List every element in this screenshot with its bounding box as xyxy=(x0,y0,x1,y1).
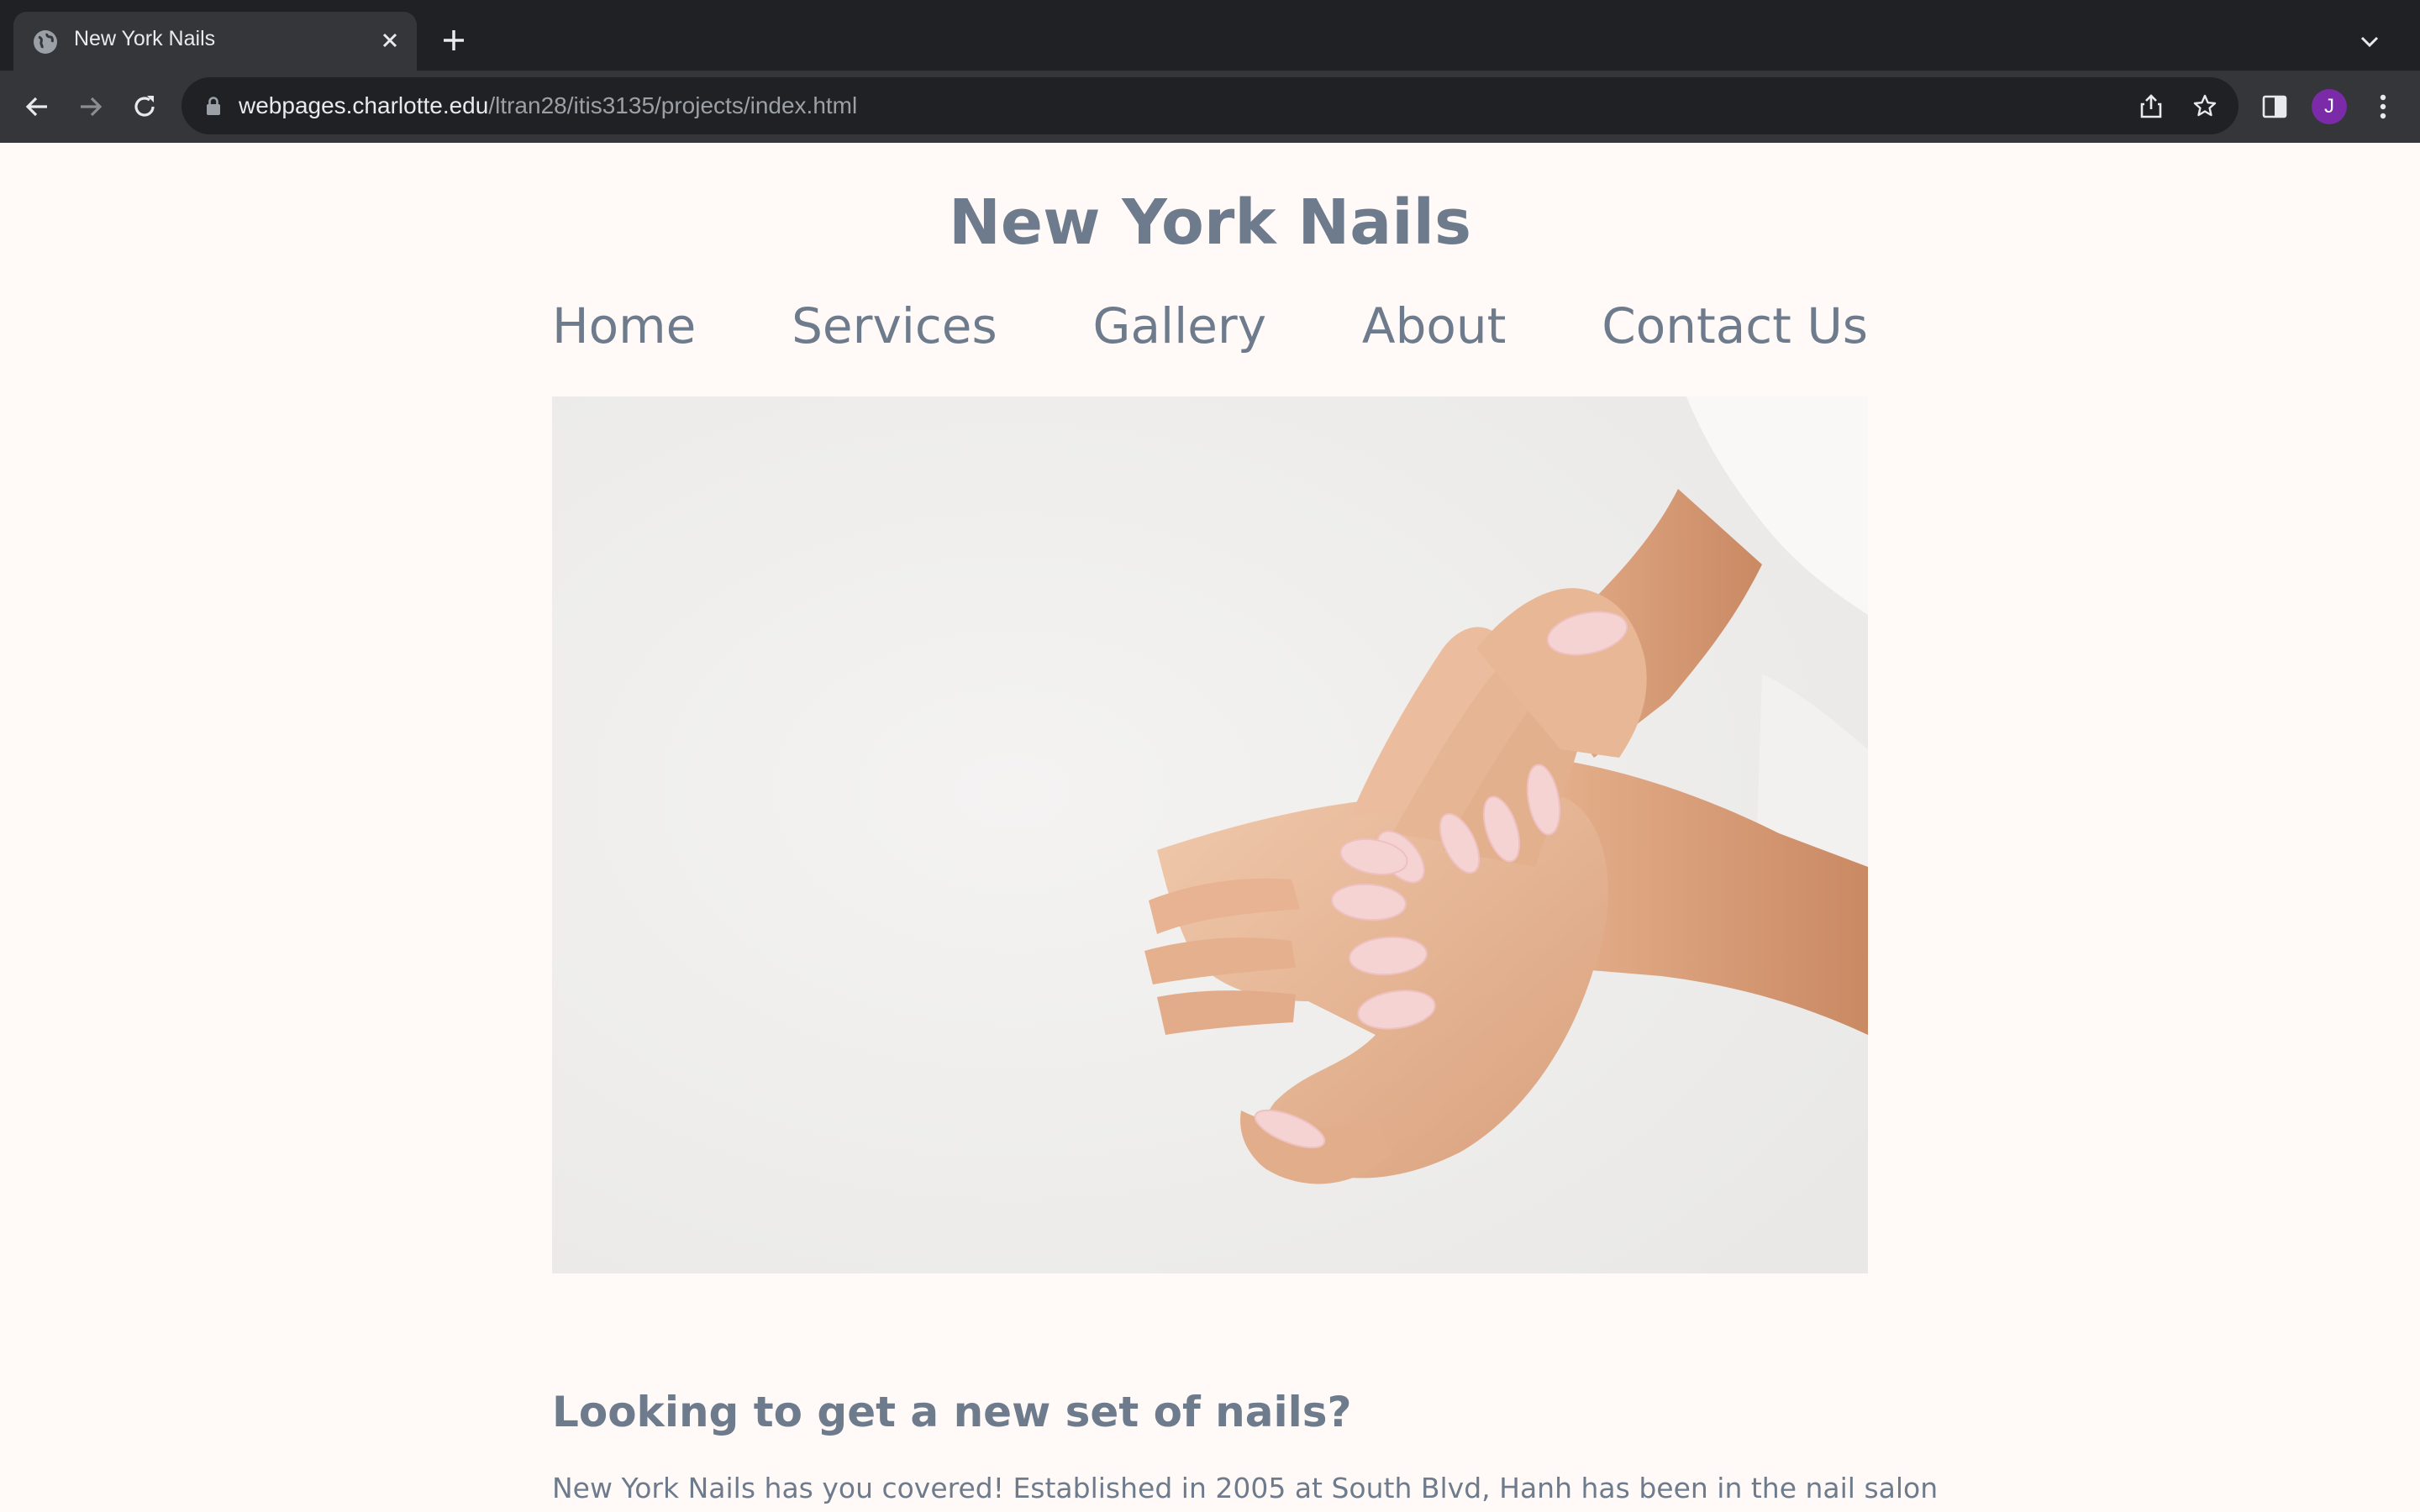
nav-home-link[interactable]: Home xyxy=(552,297,696,354)
site-title: New York Nails xyxy=(949,186,1471,259)
nav-services-link[interactable]: Services xyxy=(792,297,997,354)
globe-icon xyxy=(34,30,57,54)
side-panel-icon[interactable] xyxy=(2256,88,2293,125)
profile-avatar[interactable]: J xyxy=(2312,89,2347,124)
main-nav: Home Services Gallery About Contact Us xyxy=(552,292,1868,360)
lock-icon xyxy=(203,96,224,116)
nav-about-link[interactable]: About xyxy=(1362,297,1506,354)
hero-image xyxy=(552,396,1868,1273)
reload-icon[interactable] xyxy=(126,88,163,125)
url-path: /ltran28/itis3135/projects/index.html xyxy=(488,92,858,118)
more-menu-icon[interactable] xyxy=(2365,88,2402,125)
browser-toolbar: webpages.charlotte.edu/ltran28/itis3135/… xyxy=(0,71,2420,143)
close-tab-icon[interactable] xyxy=(375,25,405,55)
nav-contact-link[interactable]: Contact Us xyxy=(1602,297,1868,354)
chevron-down-icon[interactable] xyxy=(2353,25,2386,59)
page-content: New York Nails Home Services Gallery Abo… xyxy=(0,143,2420,1512)
forward-arrow-icon[interactable] xyxy=(72,88,109,125)
section-heading: Looking to get a new set of nails? xyxy=(552,1388,1352,1436)
browser-tabstrip: New York Nails xyxy=(0,0,2420,71)
url-host: webpages.charlotte.edu xyxy=(239,92,489,118)
url-text: webpages.charlotte.edu/ltran28/itis3135/… xyxy=(239,92,857,119)
browser-tab[interactable]: New York Nails xyxy=(13,12,417,71)
address-bar[interactable]: webpages.charlotte.edu/ltran28/itis3135/… xyxy=(182,77,2238,134)
intro-paragraph: New York Nails has you covered! Establis… xyxy=(552,1472,1939,1504)
nav-gallery-link[interactable]: Gallery xyxy=(1093,297,1267,354)
share-icon[interactable] xyxy=(2134,89,2168,123)
tab-title: New York Nails xyxy=(74,27,216,50)
back-arrow-icon[interactable] xyxy=(18,88,55,125)
new-tab-plus-icon[interactable] xyxy=(435,22,472,59)
bookmark-star-icon[interactable] xyxy=(2188,89,2222,123)
